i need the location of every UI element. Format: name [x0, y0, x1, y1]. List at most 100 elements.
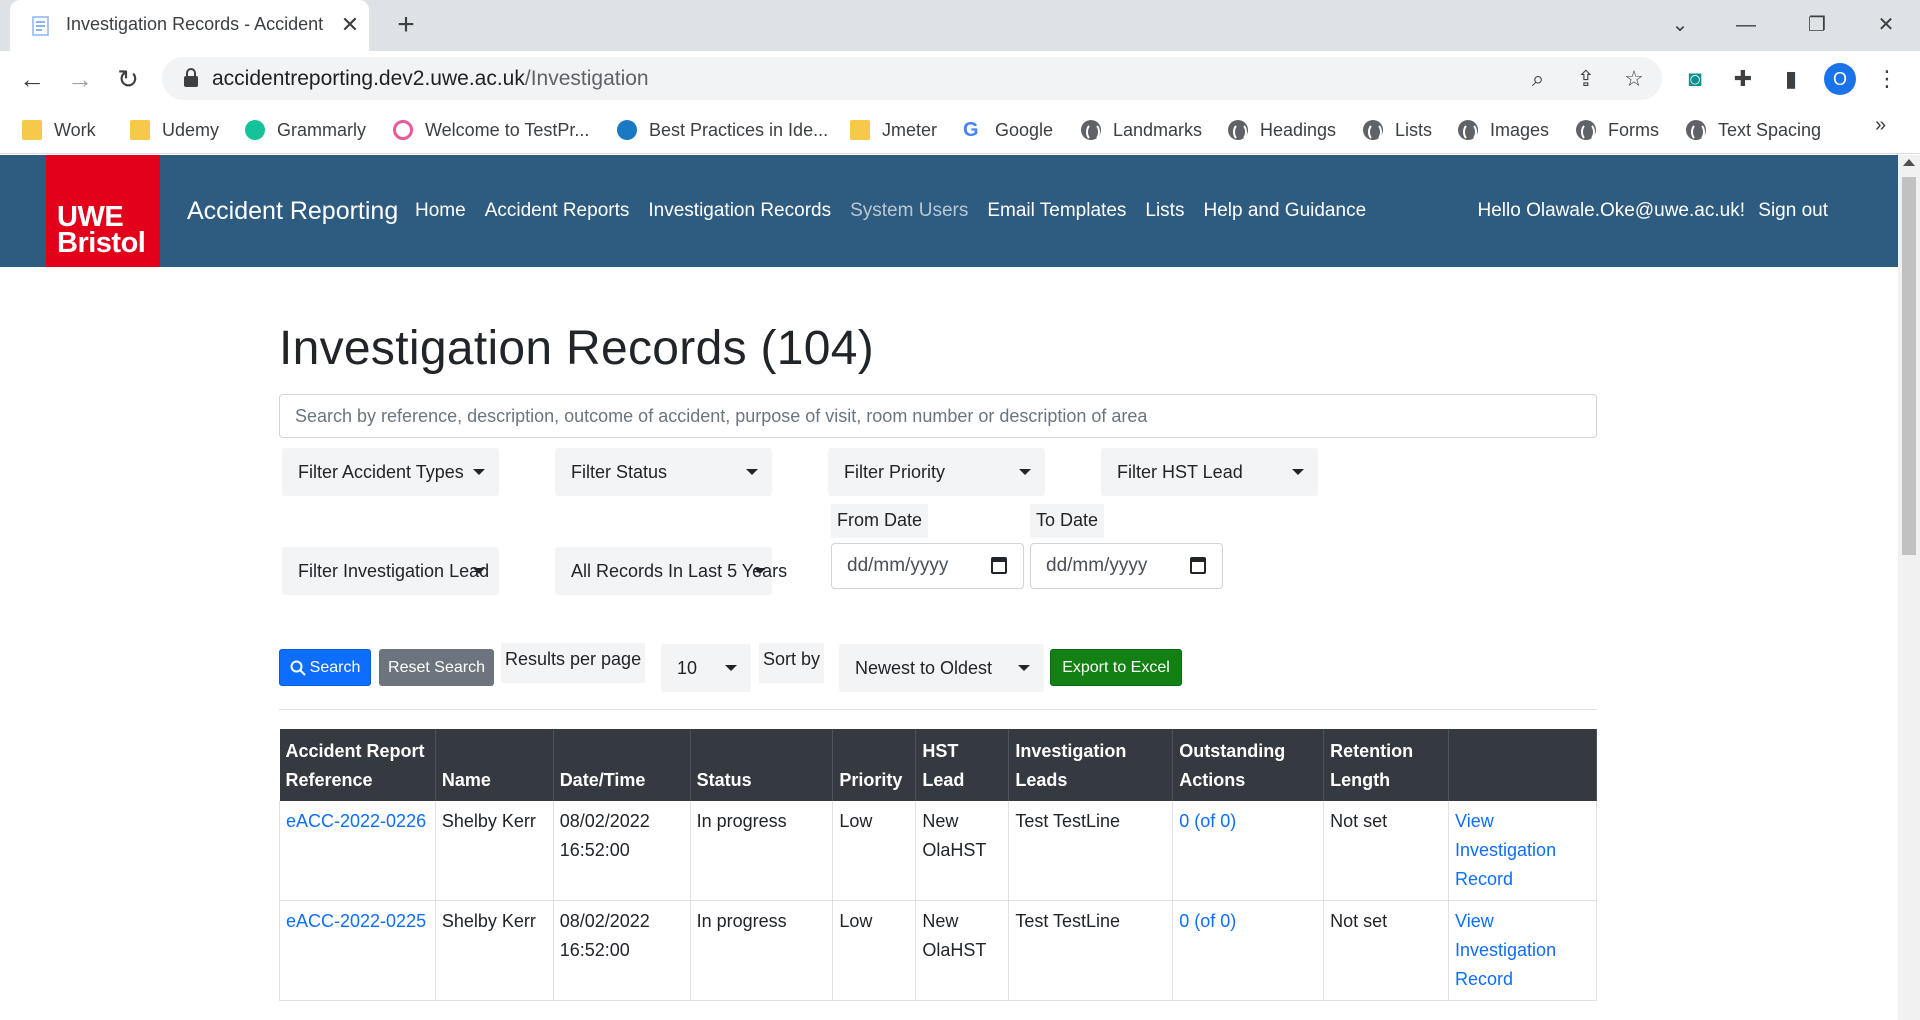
- calendar-icon[interactable]: [1190, 557, 1206, 574]
- uwe-logo[interactable]: UWE Bristol: [46, 155, 160, 267]
- bookmark-google[interactable]: G Google: [963, 114, 1053, 146]
- restore-icon[interactable]: ❐: [1797, 8, 1837, 42]
- caret-down-icon: [473, 568, 485, 574]
- bookmark-images[interactable]: Images: [1458, 114, 1549, 146]
- col-name[interactable]: Name: [435, 729, 554, 801]
- sort-value: Newest to Oldest: [855, 657, 993, 678]
- results-per-page-label: Results per page: [501, 643, 646, 683]
- cell-datetime: 08/02/2022 16:52:00: [553, 801, 691, 901]
- folder-icon: [850, 120, 870, 140]
- filter-hst-lead[interactable]: Filter HST Lead: [1101, 448, 1318, 496]
- cell-name: Shelby Kerr: [435, 801, 554, 901]
- filter-investigation-lead[interactable]: Filter Investigation Lead: [282, 547, 499, 595]
- bookmark-udemy[interactable]: Udemy: [130, 114, 219, 146]
- view-record-link[interactable]: View Investigation Record: [1455, 811, 1556, 889]
- zoom-icon[interactable]: ⌕: [1524, 65, 1552, 93]
- back-icon[interactable]: ←: [14, 61, 50, 97]
- nav-home[interactable]: Home: [415, 200, 466, 222]
- profile-avatar[interactable]: O: [1824, 63, 1856, 95]
- close-window-icon[interactable]: ✕: [1866, 8, 1906, 42]
- app-brand[interactable]: Accident Reporting: [187, 197, 398, 226]
- main-nav: Home Accident Reports Investigation Reco…: [415, 200, 1385, 222]
- bookmark-star-icon[interactable]: ☆: [1620, 65, 1648, 93]
- nav-accident-reports[interactable]: Accident Reports: [485, 200, 630, 222]
- bookmark-best-practices[interactable]: Best Practices in Ide...: [617, 114, 828, 146]
- col-retention-length[interactable]: Retention Length: [1323, 729, 1450, 801]
- caret-down-icon: [1019, 469, 1031, 475]
- puzzle-icon[interactable]: ✚: [1728, 64, 1758, 94]
- bookmark-forms[interactable]: Forms: [1576, 114, 1659, 146]
- address-bar[interactable]: accidentreporting.dev2.uwe.ac.uk/Investi…: [162, 57, 1662, 100]
- tab-title: Investigation Records - Accident: [66, 14, 324, 34]
- cloud-icon: [617, 120, 637, 140]
- caret-down-icon: [746, 469, 758, 475]
- close-tab-icon[interactable]: ✕: [337, 12, 363, 38]
- col-priority[interactable]: Priority: [832, 729, 917, 801]
- extension-icon[interactable]: ◙: [1680, 64, 1710, 94]
- bookmark-jmeter[interactable]: Jmeter: [850, 114, 937, 146]
- bookmarks-bar: Work Udemy Grammarly Welcome to TestPr..…: [0, 106, 1920, 154]
- reset-search-button[interactable]: Reset Search: [379, 649, 494, 686]
- sort-select[interactable]: Newest to Oldest: [839, 644, 1044, 692]
- bookmark-work[interactable]: Work: [22, 114, 96, 146]
- bookmark-testproject[interactable]: Welcome to TestPr...: [393, 114, 589, 146]
- col-outstanding-actions[interactable]: Outstanding Actions: [1172, 729, 1325, 801]
- nav-investigation-records[interactable]: Investigation Records: [648, 200, 831, 222]
- filter-status[interactable]: Filter Status: [555, 448, 772, 496]
- google-icon: G: [963, 119, 979, 141]
- cell-name: Shelby Kerr: [435, 900, 554, 1001]
- side-panel-icon[interactable]: ▮: [1776, 64, 1806, 94]
- share-icon[interactable]: ⇪: [1572, 65, 1600, 93]
- filter-investigation-lead-label: Filter Investigation Lead: [298, 560, 490, 581]
- bookmark-headings[interactable]: Headings: [1228, 114, 1336, 146]
- reference-link[interactable]: eACC-2022-0225: [286, 911, 426, 931]
- new-tab-icon[interactable]: +: [390, 10, 422, 42]
- outstanding-actions-link[interactable]: 0 (of 0): [1179, 911, 1236, 931]
- col-reference[interactable]: Accident Report Reference: [279, 729, 436, 801]
- reference-link[interactable]: eACC-2022-0226: [286, 811, 426, 831]
- results-per-page-select[interactable]: 10: [661, 644, 751, 692]
- export-excel-button[interactable]: Export to Excel: [1050, 649, 1182, 686]
- nav-help-guidance[interactable]: Help and Guidance: [1203, 200, 1366, 222]
- col-investigation-leads[interactable]: Investigation Leads: [1008, 729, 1174, 801]
- filter-priority-label: Filter Priority: [844, 461, 946, 482]
- nav-email-templates[interactable]: Email Templates: [987, 200, 1126, 222]
- user-greeting: Hello Olawale.Oke@uwe.ac.uk!: [1477, 200, 1745, 221]
- bookmark-landmarks[interactable]: Landmarks: [1081, 114, 1202, 146]
- nav-lists[interactable]: Lists: [1145, 200, 1184, 222]
- browser-tab[interactable]: Investigation Records - Accident ✕: [10, 0, 369, 51]
- to-date-field[interactable]: dd/mm/yyyy: [1030, 543, 1223, 589]
- filter-hst-lead-label: Filter HST Lead: [1117, 461, 1243, 482]
- more-bookmarks-icon[interactable]: »: [1875, 114, 1886, 137]
- col-hst-lead[interactable]: HST Lead: [915, 729, 1010, 801]
- nav-system-users[interactable]: System Users: [850, 200, 968, 222]
- filter-accident-types[interactable]: Filter Accident Types: [282, 448, 499, 496]
- search-input[interactable]: [280, 395, 1596, 437]
- user-area: Hello Olawale.Oke@uwe.ac.uk! Sign out: [1470, 200, 1828, 222]
- page-scrollbar[interactable]: [1898, 155, 1920, 1020]
- sign-out-link[interactable]: Sign out: [1758, 200, 1828, 221]
- filter-records-range[interactable]: All Records In Last 5 Years: [555, 547, 787, 595]
- cell-hst-lead: New OlaHST: [915, 900, 1010, 1001]
- menu-icon[interactable]: ⋮: [1872, 64, 1902, 94]
- bookmark-lists[interactable]: Lists: [1363, 114, 1432, 146]
- bookmark-text-spacing[interactable]: Text Spacing: [1686, 114, 1821, 146]
- minimize-icon[interactable]: —: [1726, 8, 1766, 42]
- sort-by-label: Sort by: [759, 643, 825, 683]
- reload-icon[interactable]: ↻: [110, 61, 146, 97]
- scroll-up-icon[interactable]: [1903, 159, 1915, 166]
- from-date-field[interactable]: dd/mm/yyyy: [831, 543, 1024, 589]
- filter-priority[interactable]: Filter Priority: [828, 448, 1045, 496]
- col-datetime[interactable]: Date/Time: [553, 729, 691, 801]
- view-record-link[interactable]: View Investigation Record: [1455, 911, 1556, 989]
- search-button[interactable]: Search: [279, 649, 371, 686]
- tab-search-icon[interactable]: ⌄: [1660, 8, 1700, 42]
- scroll-thumb[interactable]: [1902, 177, 1916, 555]
- col-status[interactable]: Status: [690, 729, 834, 801]
- bookmark-grammarly[interactable]: Grammarly: [245, 114, 366, 146]
- outstanding-actions-link[interactable]: 0 (of 0): [1179, 811, 1236, 831]
- testproject-icon: [393, 120, 413, 140]
- caret-down-icon: [725, 665, 737, 671]
- calendar-icon[interactable]: [991, 557, 1007, 574]
- forward-icon[interactable]: →: [62, 61, 98, 97]
